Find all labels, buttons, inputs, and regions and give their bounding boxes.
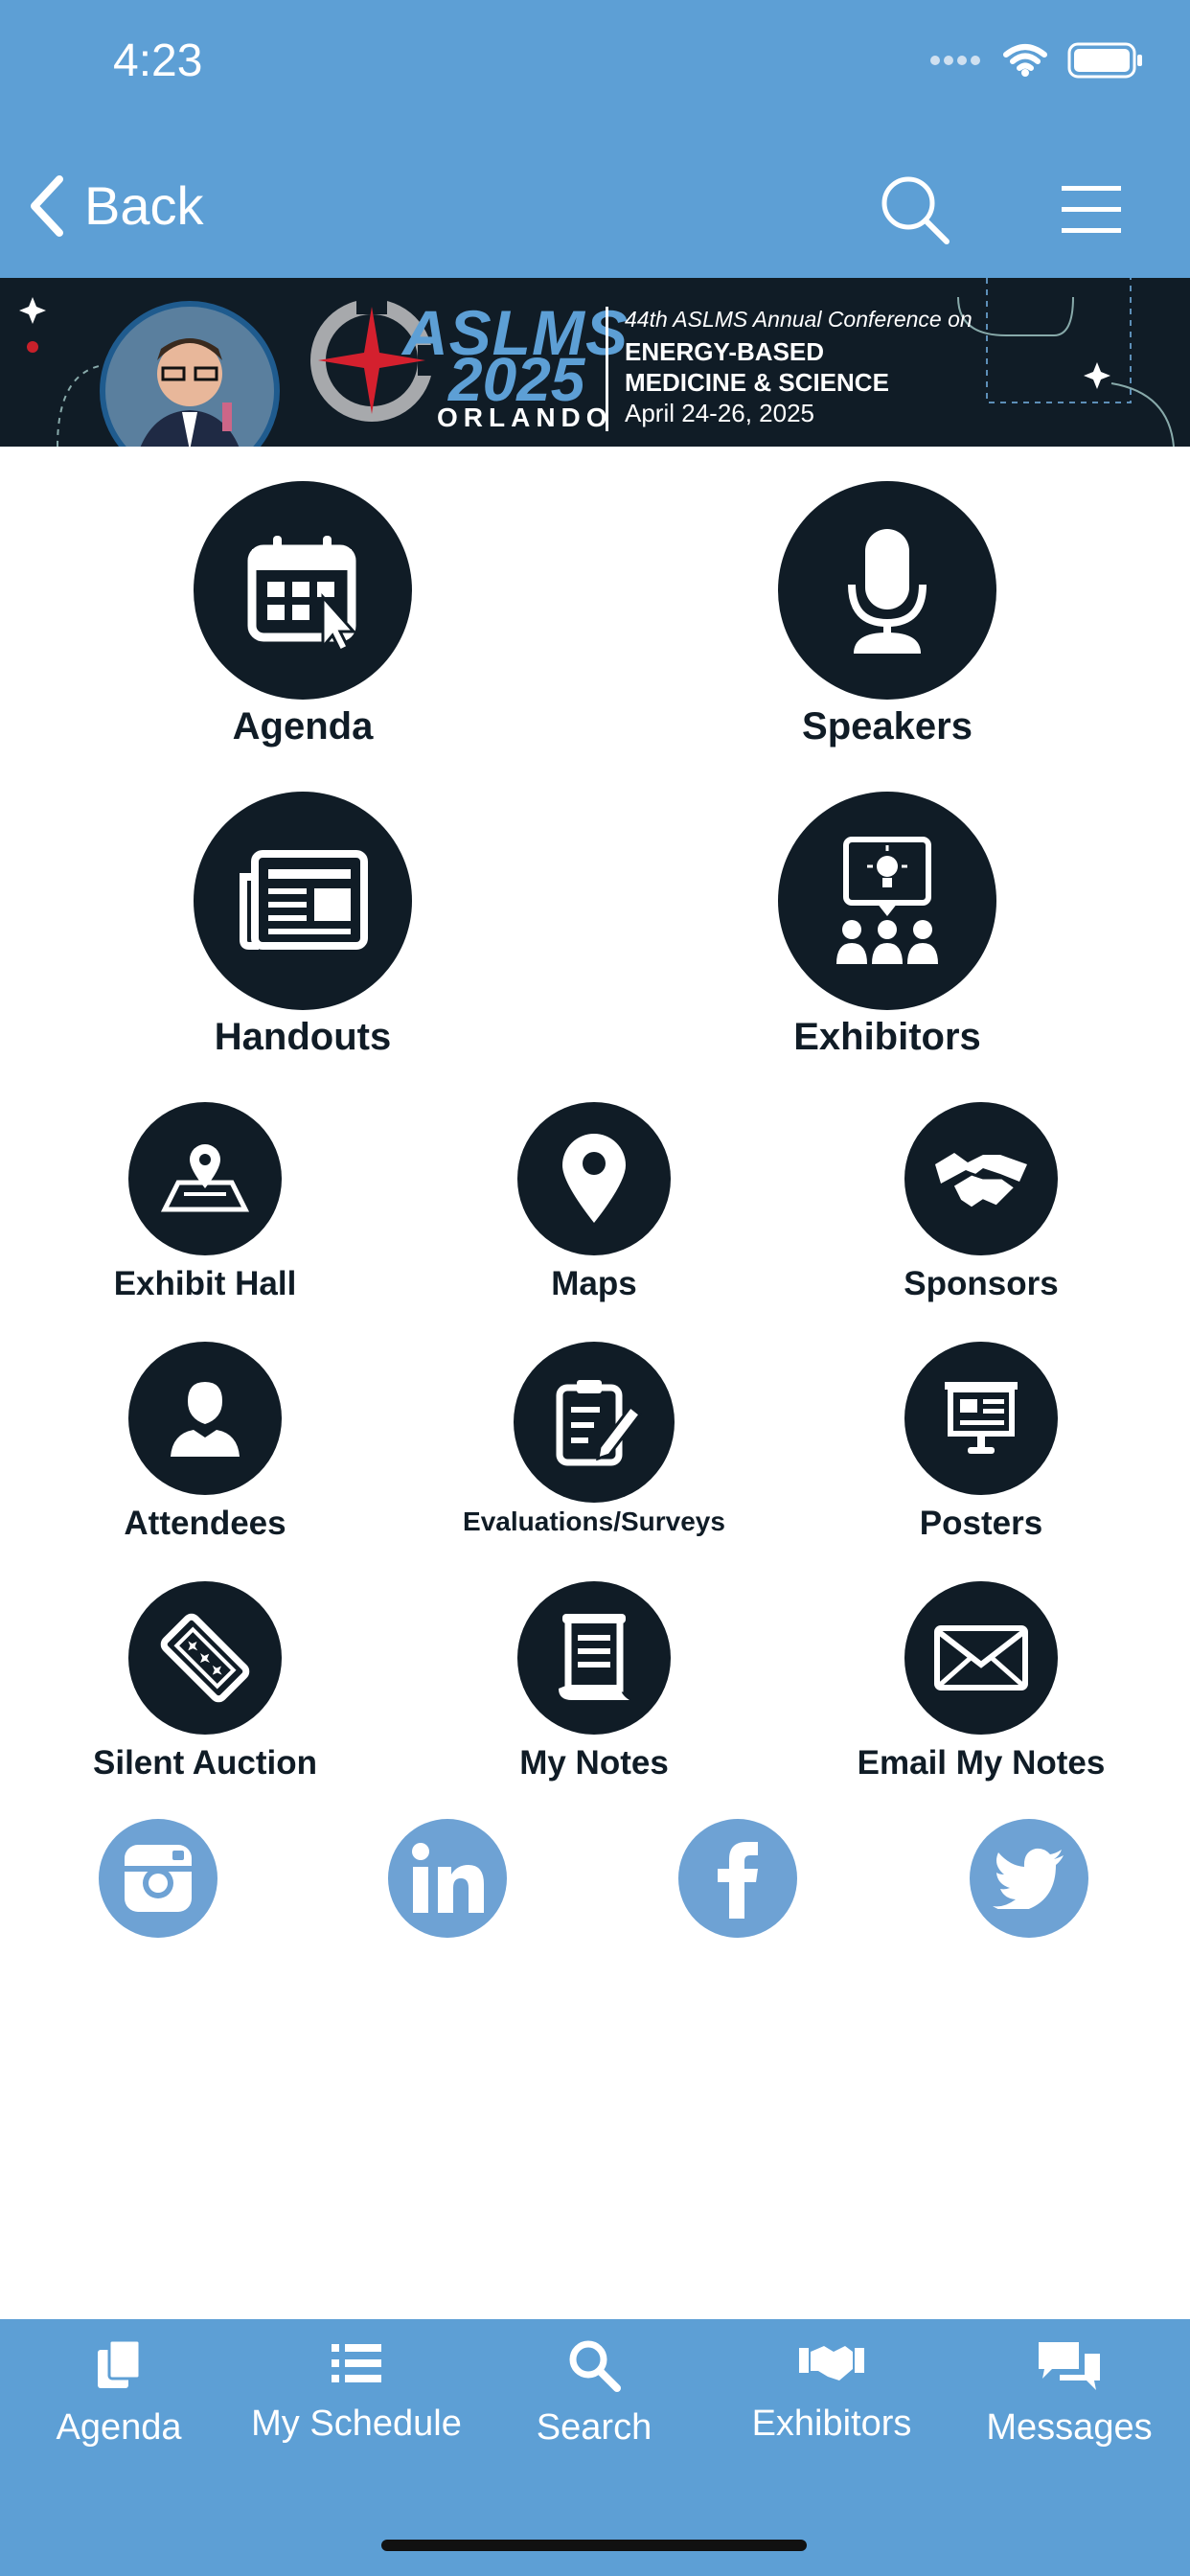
note-scroll-icon [517, 1581, 671, 1735]
banner-dates: April 24-26, 2025 [625, 399, 815, 427]
evaluations-label: Evaluations/Surveys [463, 1506, 725, 1536]
attendees-tile[interactable]: Attendees [61, 1342, 349, 1543]
exhibit-hall-label: Exhibit Hall [113, 1265, 297, 1302]
tab-bar: Agenda My Schedule Search Exhibitors Mes… [0, 2319, 1190, 2576]
battery-icon [1067, 42, 1142, 79]
twitter-icon [993, 1848, 1064, 1909]
status-icons [929, 42, 1144, 79]
speakers-tile[interactable]: Speakers [772, 481, 1002, 748]
list-icon [332, 2344, 381, 2382]
location-pin-icon [517, 1102, 671, 1255]
banner-divider [606, 307, 608, 431]
twitter-button[interactable] [970, 1819, 1088, 1938]
clipboard-pen-icon [514, 1342, 675, 1503]
facebook-button[interactable] [678, 1819, 797, 1938]
silent-auction-tile[interactable]: Silent Auction [61, 1581, 349, 1782]
tab-exhibitors[interactable]: Exhibitors [713, 2338, 950, 2445]
easel-board-icon [904, 1342, 1058, 1495]
menu-button[interactable] [1062, 184, 1121, 241]
tab-messages-label: Messages [986, 2407, 1153, 2448]
search-icon [569, 2340, 621, 2392]
sponsors-label: Sponsors [904, 1265, 1059, 1302]
back-label: Back [84, 175, 204, 236]
agenda-icon [194, 481, 412, 700]
banner-year: 2025 [448, 345, 585, 414]
email-my-notes-tile[interactable]: Email My Notes [837, 1581, 1125, 1782]
envelope-icon [904, 1581, 1058, 1735]
status-time: 4:23 [113, 35, 203, 86]
chat-bubbles-icon [1039, 2342, 1100, 2390]
email-my-notes-label: Email My Notes [857, 1744, 1106, 1782]
tab-my-schedule-label: My Schedule [251, 2404, 462, 2444]
handshake-icon [799, 2346, 864, 2380]
exhibitors-tile[interactable]: Exhibitors [772, 792, 1002, 1059]
evaluations-tile[interactable]: Evaluations/Surveys [450, 1342, 738, 1537]
handshake-icon [904, 1102, 1058, 1255]
microphone-icon [778, 481, 996, 700]
presentation-audience-icon [778, 792, 996, 1010]
tab-agenda-label: Agenda [56, 2407, 182, 2448]
attendees-label: Attendees [124, 1505, 286, 1542]
map-pin-floor-icon [128, 1102, 282, 1255]
my-notes-label: My Notes [519, 1744, 669, 1782]
posters-tile[interactable]: Posters [837, 1342, 1125, 1543]
silent-auction-label: Silent Auction [93, 1744, 317, 1782]
search-button[interactable] [880, 174, 950, 250]
back-button[interactable]: Back [27, 174, 204, 237]
signal-icon [930, 56, 980, 65]
agenda-tile[interactable]: Agenda [188, 481, 418, 748]
exhibitors-label: Exhibitors [793, 1016, 981, 1058]
linkedin-icon [412, 1843, 484, 1913]
tab-messages[interactable]: Messages [950, 2338, 1188, 2449]
tab-agenda[interactable]: Agenda [0, 2338, 238, 2449]
tab-my-schedule[interactable]: My Schedule [238, 2338, 475, 2445]
newspaper-icon [194, 792, 412, 1010]
speakers-label: Speakers [802, 705, 973, 748]
wifi-icon [1003, 44, 1047, 77]
banner-line1: ENERGY-BASED [625, 337, 825, 366]
posters-label: Posters [919, 1505, 1043, 1542]
handouts-tile[interactable]: Handouts [188, 792, 418, 1059]
agenda-label: Agenda [232, 705, 374, 748]
handouts-label: Handouts [214, 1016, 392, 1058]
facebook-icon [718, 1842, 758, 1919]
linkedin-button[interactable] [388, 1819, 507, 1938]
my-notes-tile[interactable]: My Notes [450, 1581, 738, 1782]
search-icon [881, 176, 950, 244]
banner-line2: MEDICINE & SCIENCE [625, 368, 889, 397]
banner-headline: 44th ASLMS Annual Conference on [625, 307, 973, 332]
hamburger-icon [1062, 186, 1121, 233]
tab-search[interactable]: Search [475, 2338, 713, 2449]
documents-icon [98, 2338, 142, 2388]
instagram-icon [125, 1845, 192, 1912]
instagram-button[interactable] [99, 1819, 217, 1938]
exhibit-hall-tile[interactable]: Exhibit Hall [61, 1102, 349, 1303]
ticket-icon [128, 1581, 282, 1735]
maps-label: Maps [551, 1265, 637, 1302]
tab-search-label: Search [536, 2407, 652, 2448]
conference-banner[interactable]: ASLMS 2025 ORLANDO 44th ASLMS Annual Con… [0, 278, 1190, 447]
tab-exhibitors-label: Exhibitors [751, 2404, 912, 2444]
person-icon [128, 1342, 282, 1495]
sponsors-tile[interactable]: Sponsors [837, 1102, 1125, 1303]
banner-city: ORLANDO [437, 402, 613, 432]
maps-tile[interactable]: Maps [450, 1102, 738, 1303]
chevron-left-icon [31, 174, 63, 237]
home-indicator[interactable] [381, 2540, 807, 2551]
